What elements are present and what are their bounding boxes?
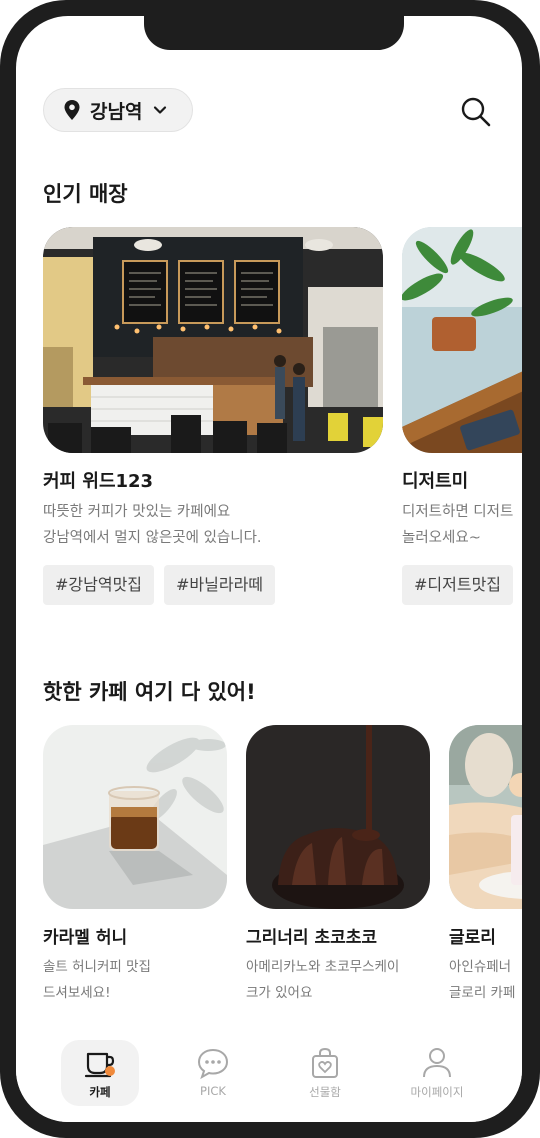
coffee-cup-icon [83,1046,117,1080]
hashtag-chip[interactable]: #강남역맛집 [43,565,155,605]
app-screen: 강남역 인기 매장 커피 위드123 따뜻한 커피가 맛있는 카페에요 강남역에… [16,16,522,1122]
popular-store-card[interactable]: 디저트미 디저트하면 디저트 놀러오세요~ #디저트맛집 [402,227,522,605]
tab-pick[interactable]: PICK [174,1040,252,1106]
tab-label: 선물함 [309,1085,341,1099]
tab-label: PICK [200,1084,226,1098]
tab-gift-box[interactable]: 선물함 [286,1040,364,1106]
cafe-photo-caramel [43,725,227,909]
cafe-description-line: 드셔보세요! [43,985,111,1001]
phone-notch [144,0,404,50]
search-button[interactable] [460,96,492,128]
store-description: 따뜻한 커피가 맛있는 카페에요 강남역에서 멀지 않은곳에 있습니다. [43,499,383,551]
cafe-description: 아메리카노와 초코무스케이 크가 있어요 [246,954,430,1006]
phone-frame: 강남역 인기 매장 커피 위드123 따뜻한 커피가 맛있는 카페에요 강남역에… [0,0,540,1138]
store-description: 디저트하면 디저트 놀러오세요~ [402,499,522,551]
cafe-photo-chocolate [246,725,430,909]
cafe-description-line: 크가 있어요 [246,985,313,1001]
map-pin-icon [64,100,80,120]
cafe-description-line: 솔트 허니커피 맛집 [43,959,151,975]
cafe-name: 그리너리 초코초코 [246,928,378,948]
cafe-name: 글로리 [449,928,496,948]
gift-bag-icon [308,1046,342,1080]
bottom-tab-bar: 카페 PICK 선물함 마이페이지 [16,1032,522,1122]
tab-label: 마이페이지 [410,1085,464,1099]
store-description-line: 따뜻한 커피가 맛있는 카페에요 [43,504,231,520]
tag-list: #디저트맛집 [402,565,522,605]
store-description-line: 디저트하면 디저트 [402,504,514,520]
cafe-card[interactable]: 글로리 아인슈페너 글로리 카페 [449,725,522,1006]
location-selector[interactable]: 강남역 [43,88,193,132]
cafe-card[interactable]: 그리너리 초코초코 아메리카노와 초코무스케이 크가 있어요 [246,725,430,1006]
cafe-description-line: 아인슈페너 [449,959,512,975]
user-icon [420,1046,454,1080]
cafe-description: 솔트 허니커피 맛집 드셔보세요! [43,954,227,1006]
store-description-line: 놀러오세요~ [402,530,481,546]
hashtag-chip[interactable]: #바닐라라떼 [164,565,276,605]
tab-my-page[interactable]: 마이페이지 [398,1040,476,1106]
store-photo-coffee [43,227,383,453]
section-title-hot: 핫한 카페 여기 다 있어! [43,680,256,704]
cafe-description-line: 글로리 카페 [449,985,516,1001]
chevron-down-icon [152,102,168,118]
cafe-photo-glory [449,725,522,909]
chat-bubble-icon [196,1046,230,1080]
store-photo-dessert [402,227,522,453]
cafe-name: 카라멜 허니 [43,928,128,948]
search-icon [461,97,491,127]
popular-store-card[interactable]: 커피 위드123 따뜻한 커피가 맛있는 카페에요 강남역에서 멀지 않은곳에 … [43,227,383,605]
cafe-card[interactable]: 카라멜 허니 솔트 허니커피 맛집 드셔보세요! [43,725,227,1006]
store-description-line: 강남역에서 멀지 않은곳에 있습니다. [43,530,262,546]
hashtag-chip[interactable]: #디저트맛집 [402,565,514,605]
store-name: 커피 위드123 [43,471,154,492]
tab-cafe[interactable]: 카페 [61,1040,139,1106]
cafe-description: 아인슈페너 글로리 카페 [449,954,522,1006]
cafe-description-line: 아메리카노와 초코무스케이 [246,959,400,975]
location-label: 강남역 [90,100,143,123]
section-title-popular: 인기 매장 [43,182,128,206]
store-name: 디저트미 [402,471,469,492]
tag-list: #강남역맛집 #바닐라라떼 [43,565,383,605]
tab-label: 카페 [89,1085,111,1099]
